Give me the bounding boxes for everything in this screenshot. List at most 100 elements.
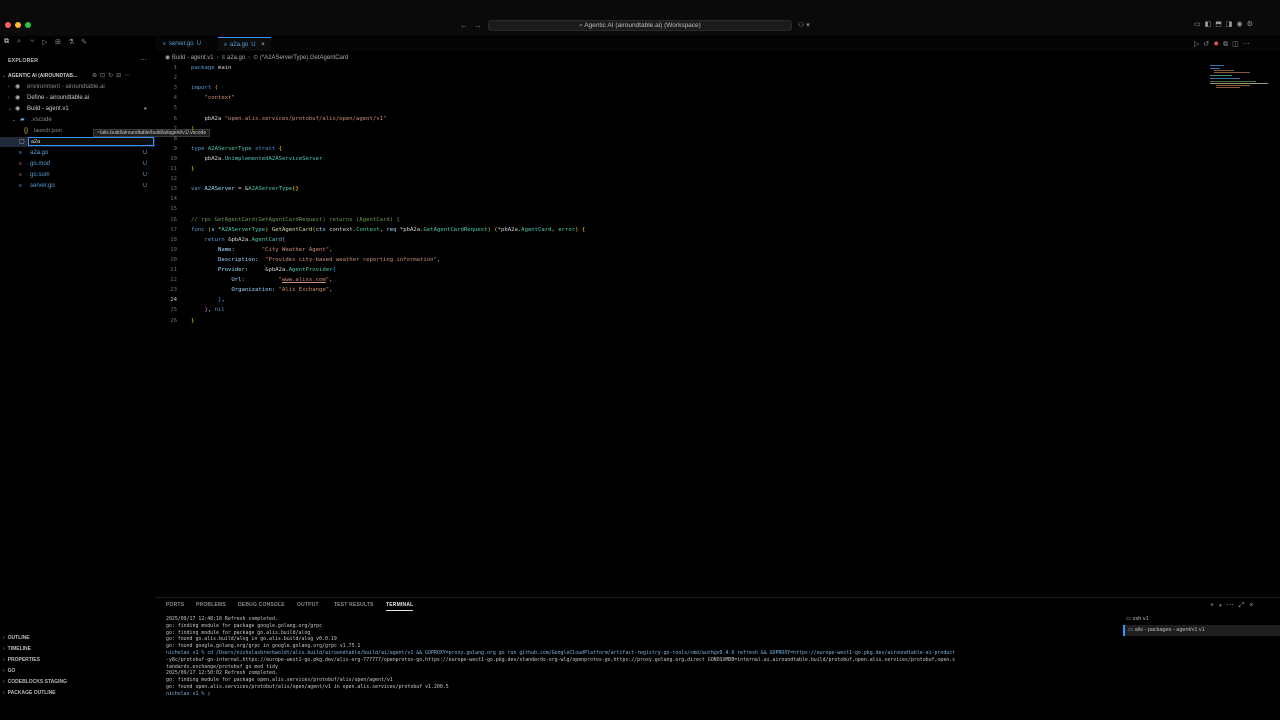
code-line[interactable]: 19 Name: "City Weather Agent", bbox=[155, 245, 1205, 255]
terminal-dropdown-icon[interactable]: ▾ bbox=[1219, 603, 1227, 609]
tree-file-go-mod[interactable]: ≡ go.mod U bbox=[0, 159, 155, 169]
line-number: 3 bbox=[173, 85, 177, 92]
terminal-item-alis[interactable]: ▭ alis - packages - agent/v1 v1 bbox=[1123, 625, 1280, 636]
tree-folder-environment[interactable]: › ◉ environment - airoundtable.ai bbox=[0, 82, 155, 92]
section-package-outline[interactable]: › PACKAGE OUTLINE bbox=[0, 688, 155, 699]
section-timeline[interactable]: › TIMELINE bbox=[0, 644, 155, 655]
close-tab-icon[interactable]: × bbox=[261, 42, 265, 48]
run-icon[interactable]: ▷ bbox=[1194, 41, 1203, 48]
code-line[interactable]: 23 Organization: "Alis Exchange", bbox=[155, 285, 1205, 295]
code-line[interactable]: 1 package main bbox=[155, 63, 1205, 73]
code-line[interactable]: 5 bbox=[155, 103, 1205, 113]
tree-file-server-go[interactable]: ≡ server.go U bbox=[0, 181, 155, 191]
history-icon[interactable]: ↺ bbox=[1203, 41, 1213, 48]
settings-gear-icon[interactable]: ⚙ bbox=[1247, 21, 1257, 28]
tree-folder-vscode[interactable]: ⌄ ▰ .vscode bbox=[0, 115, 155, 125]
panel-tab-debug-console[interactable]: DEBUG CONSOLE bbox=[238, 602, 285, 608]
code-line[interactable]: 6 pbA2a "open.alis.services/protobuf/ali… bbox=[155, 114, 1205, 124]
toggle-secondary-sidebar-icon[interactable]: ◨ bbox=[1226, 21, 1237, 28]
code-line[interactable]: 20 Description: "Provides city-based wea… bbox=[155, 255, 1205, 265]
refresh-icon[interactable]: ↻ bbox=[108, 73, 116, 79]
code-line[interactable]: 3 import ( bbox=[155, 83, 1205, 93]
more-icon[interactable]: ⋯ bbox=[124, 73, 133, 79]
customize-layout-icon[interactable]: ▭ bbox=[1194, 21, 1205, 28]
panel-tab-test-results[interactable]: TEST RESULTS bbox=[334, 602, 374, 608]
new-file-icon[interactable]: ⊕ bbox=[92, 73, 100, 79]
new-folder-icon[interactable]: ⊡ bbox=[100, 73, 108, 79]
panel-tab-terminal[interactable]: TERMINAL bbox=[386, 602, 414, 611]
search-icon[interactable]: ⌕ bbox=[17, 38, 21, 46]
open-changes-icon[interactable]: ⧉ bbox=[1223, 41, 1232, 48]
breadcrumb-item[interactable]: Build - agent.v1 bbox=[172, 55, 214, 61]
code-line[interactable]: 24 }, bbox=[155, 295, 1205, 305]
code-line[interactable]: 15 bbox=[155, 204, 1205, 214]
files-icon[interactable]: ⧉ bbox=[4, 38, 9, 46]
section-codeblocks-staging[interactable]: › CODEBLOCKS STAGING bbox=[0, 677, 155, 688]
panel-tab-ports[interactable]: PORTS bbox=[166, 602, 184, 608]
more-actions-icon[interactable]: ⋯ bbox=[1243, 41, 1254, 48]
breadcrumb-item[interactable]: (*A2AServerType).GetAgentCard bbox=[260, 55, 348, 61]
code-line[interactable]: 21 Provider: &pbA2a.AgentProvider{ bbox=[155, 265, 1205, 275]
new-terminal-icon[interactable]: + bbox=[1210, 602, 1219, 609]
tree-file-a2a-go[interactable]: ≡ a2a.go U bbox=[0, 148, 155, 158]
testing-icon[interactable]: ⚗ bbox=[68, 38, 74, 46]
workspace-header[interactable]: ⌄ AGENTIC AI (AIROUNDTAB... ⊕⊡↻⊟⋯ bbox=[0, 71, 155, 81]
code-line[interactable]: 18 return &pbA2a.AgentCard{ bbox=[155, 235, 1205, 245]
code-line[interactable]: 17 func (s *A2AServerType) GetAgentCard(c… bbox=[155, 225, 1205, 235]
source-control-icon[interactable]: ⑂ bbox=[30, 38, 34, 45]
section-properties[interactable]: › PROPERTIES bbox=[0, 655, 155, 666]
minimize-window-button[interactable] bbox=[15, 22, 21, 28]
code-line[interactable]: 14 bbox=[155, 194, 1205, 204]
code-line[interactable]: 8 bbox=[155, 134, 1205, 144]
close-panel-icon[interactable]: × bbox=[1249, 602, 1258, 609]
code-line[interactable]: 13 var A2AServer = &A2AServerType{} bbox=[155, 184, 1205, 194]
code-line[interactable]: 26} bbox=[155, 316, 1205, 326]
command-center[interactable]: ⌕ Agentic AI (airoundtable.ai) (Workspac… bbox=[488, 20, 792, 31]
extensions-icon[interactable]: ⊞ bbox=[55, 38, 61, 46]
minimap[interactable] bbox=[1208, 63, 1270, 93]
copilot-icon[interactable]: ⚇ ▾ bbox=[798, 21, 810, 29]
maximize-panel-icon[interactable]: ⤢ bbox=[1239, 602, 1250, 609]
close-window-button[interactable] bbox=[5, 22, 11, 28]
code-line[interactable]: 25 }, nil bbox=[155, 305, 1205, 315]
code-line[interactable]: 4 "context" bbox=[155, 93, 1205, 103]
terminal-output[interactable]: 2025/09/17 12:48:18 Refresh completed. go… bbox=[166, 616, 1116, 701]
code-line[interactable]: 16 // rpc GetAgentCard(GetAgentCardReques… bbox=[155, 215, 1205, 225]
toggle-sidebar-icon[interactable]: ◧ bbox=[1205, 21, 1216, 28]
code-text: ) bbox=[191, 125, 195, 132]
toggle-panel-icon[interactable]: ⬒ bbox=[1215, 21, 1226, 28]
tree-folder-build[interactable]: ⌄ ◉ Build - agent.v1 ● bbox=[0, 104, 155, 114]
back-arrow-icon[interactable]: ← bbox=[460, 21, 474, 30]
code-line[interactable]: 11} bbox=[155, 164, 1205, 174]
split-editor-icon[interactable]: ◫ bbox=[1232, 41, 1243, 48]
tab-a2a-go[interactable]: ≡ a2a.go U × bbox=[218, 37, 271, 51]
section-outline[interactable]: › OUTLINE bbox=[0, 633, 155, 644]
rename-input[interactable] bbox=[28, 137, 154, 146]
maximize-window-button[interactable] bbox=[25, 22, 31, 28]
tab-server-go[interactable]: ≡ server.go U bbox=[157, 37, 207, 51]
debug-icon[interactable]: ✹ bbox=[1213, 41, 1223, 48]
forward-arrow-icon[interactable]: → bbox=[474, 21, 488, 30]
code-line[interactable]: 2 bbox=[155, 73, 1205, 83]
go-file-icon: ≡ bbox=[19, 183, 22, 189]
more-actions-icon[interactable]: ⋯ bbox=[140, 56, 147, 64]
tree-file-go-sum[interactable]: ≡ go.sum U bbox=[0, 170, 155, 180]
remote-icon[interactable]: ✎ bbox=[81, 38, 87, 46]
collapse-all-icon[interactable]: ⊟ bbox=[116, 73, 124, 79]
more-icon[interactable]: ⋯ bbox=[1227, 602, 1239, 609]
terminal-item-zsh[interactable]: ▭ zsh v1 bbox=[1123, 614, 1280, 625]
tree-folder-define[interactable]: › ◉ Define - airoundtable.ai bbox=[0, 93, 155, 103]
breadcrumb-item[interactable]: a2a.go bbox=[227, 55, 245, 61]
code-editor[interactable]: 1 package main 2 3 import (4 "context" 5 6 pbA… bbox=[155, 63, 1205, 328]
code-line[interactable]: 10 pbA2a.UnimplementedA2AServiceServer bbox=[155, 154, 1205, 164]
panel-tab-output[interactable]: OUTPUT bbox=[297, 602, 319, 608]
accounts-icon[interactable]: ◉ bbox=[1237, 21, 1247, 28]
code-line[interactable]: 22 Url: "www.alisx.com", bbox=[155, 275, 1205, 285]
panel-tab-problems[interactable]: PROBLEMS bbox=[196, 602, 226, 608]
tree-rename-row[interactable]: ▢ bbox=[0, 137, 155, 147]
code-line[interactable]: 12 bbox=[155, 174, 1205, 184]
code-line[interactable]: 7) bbox=[155, 124, 1205, 134]
code-line[interactable]: 9 type A2AServerType struct { bbox=[155, 144, 1205, 154]
section-go[interactable]: › GO bbox=[0, 666, 155, 677]
run-debug-icon[interactable]: ▷ bbox=[42, 38, 47, 46]
